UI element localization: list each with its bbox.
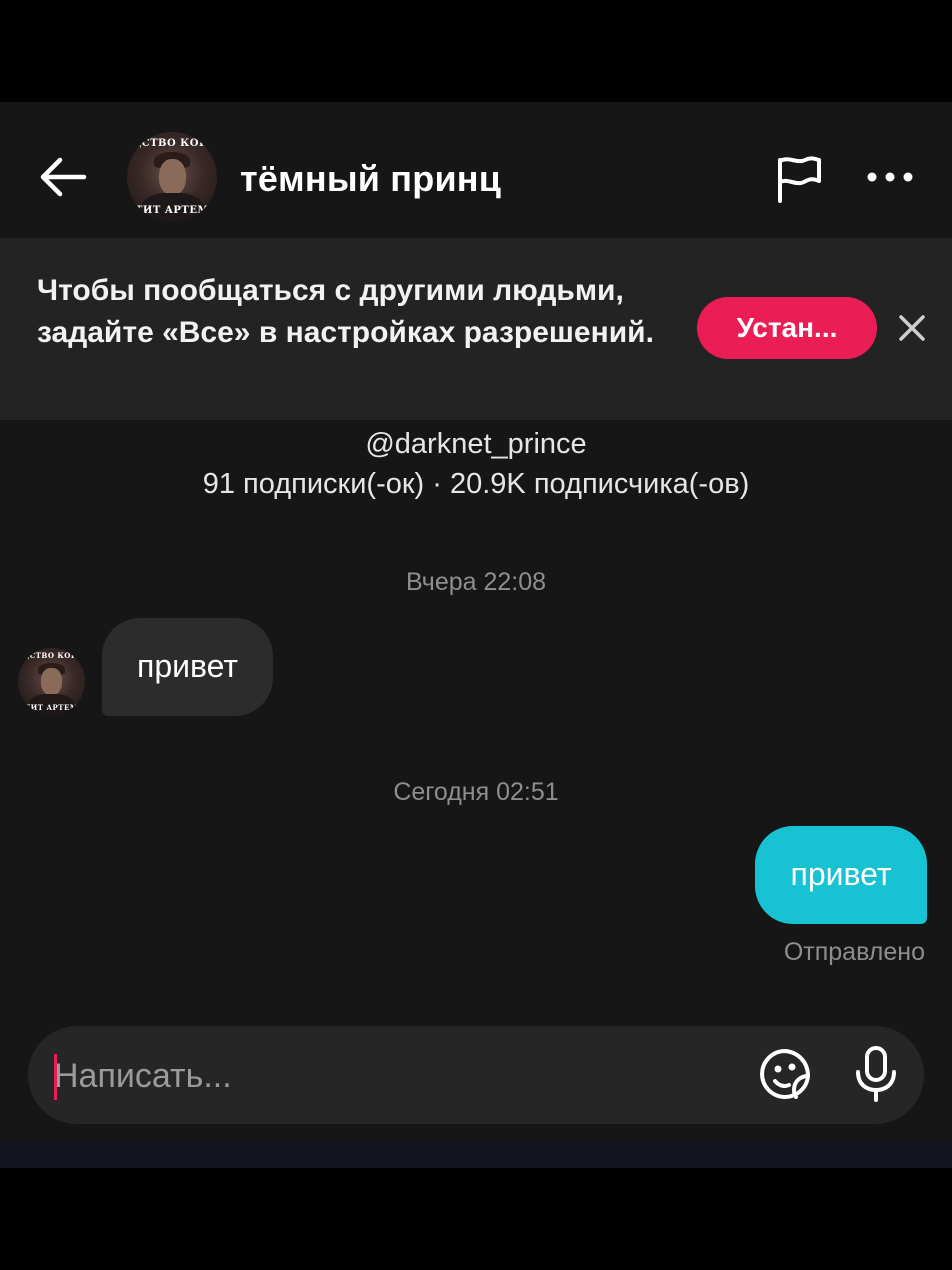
outgoing-message-bubble[interactable]: привет <box>755 826 927 924</box>
avatar-face <box>41 668 62 695</box>
message-status: Отправлено <box>783 938 925 966</box>
message-composer <box>28 1026 924 1124</box>
text-caret <box>54 1054 57 1100</box>
sticker-emoji-icon[interactable] <box>758 1046 814 1102</box>
profile-handle[interactable]: @darknet_prince <box>0 428 952 461</box>
chat-screen: ЩСТВО КОГД ТИТ АРТЕМ тёмный принц Чтобы … <box>0 102 952 1142</box>
sender-avatar[interactable]: ЩСТВО КОГД ТИТ АРТЕМ <box>18 648 85 715</box>
incoming-message-bubble[interactable]: привет <box>102 618 273 716</box>
message-timestamp: Вчера 22:08 <box>405 568 547 596</box>
message-text: привет <box>136 648 239 684</box>
message-text: привет <box>790 856 892 892</box>
message-timestamp: Сегодня 02:51 <box>393 778 559 806</box>
chat-title[interactable]: тёмный принц <box>240 158 501 200</box>
arrow-left-icon[interactable] <box>36 150 90 204</box>
profile-stats: 91 подписки(-ок) · 20.9K подписчика(-ов) <box>202 468 750 500</box>
bottom-strip <box>0 1142 952 1168</box>
avatar-caption-bottom: ТИТ АРТЕМ <box>24 703 79 712</box>
avatar-face <box>158 159 186 195</box>
flag-icon[interactable] <box>775 154 823 204</box>
avatar[interactable]: ЩСТВО КОГД ТИТ АРТЕМ <box>127 132 217 222</box>
chat-header: ЩСТВО КОГД ТИТ АРТЕМ тёмный принц <box>0 102 952 238</box>
avatar-caption-top: ЩСТВО КОГД <box>20 651 83 660</box>
permission-banner: Чтобы пообщаться с другими людьми, задай… <box>0 238 952 420</box>
message-input[interactable] <box>54 1052 714 1100</box>
close-icon[interactable] <box>896 312 928 344</box>
more-horizontal-icon[interactable] <box>866 164 914 190</box>
set-permissions-button[interactable]: Устан... <box>697 297 877 359</box>
avatar-caption-top: ЩСТВО КОГД <box>128 138 216 149</box>
banner-text: Чтобы пообщаться с другими людьми, задай… <box>37 274 654 349</box>
microphone-icon[interactable] <box>848 1044 904 1104</box>
avatar-caption-bottom: ТИТ АРТЕМ <box>134 205 210 216</box>
